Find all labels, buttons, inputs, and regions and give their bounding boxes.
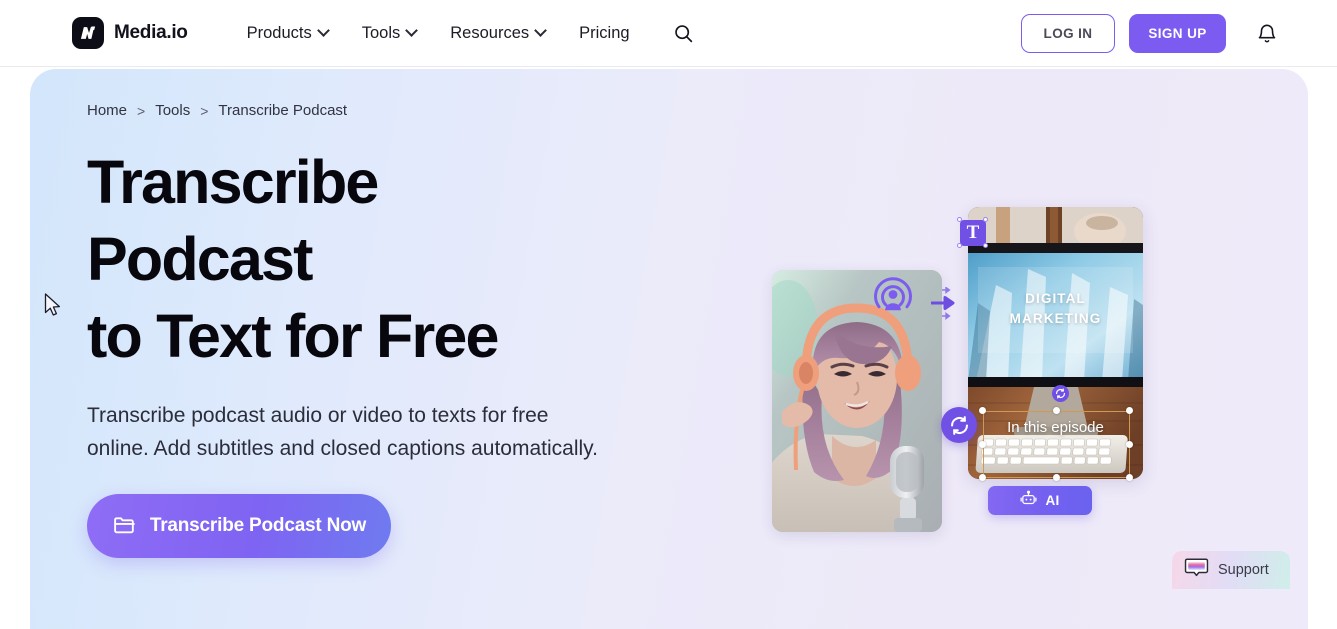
hero-illustration: DIGITAL MARKETING In this episode T AI — [30, 69, 1308, 629]
primary-navigation: Products Tools Resources Pricing — [230, 18, 699, 49]
signup-button[interactable]: SIGN UP — [1129, 14, 1226, 53]
screen-caption: DIGITAL MARKETING — [968, 289, 1143, 329]
media-io-logo-icon — [72, 17, 104, 49]
chevron-down-icon — [405, 23, 419, 37]
nav-item-resources[interactable]: Resources — [433, 18, 562, 49]
refresh-sync-icon-small[interactable] — [1052, 385, 1069, 402]
arrow-right-icon — [930, 286, 956, 326]
chevron-down-icon — [534, 23, 548, 37]
site-header: Media.io Products Tools Resources Pricin… — [0, 0, 1337, 67]
support-label: Support — [1218, 562, 1269, 578]
brand-logo-link[interactable]: Media.io — [72, 17, 188, 49]
selection-handle-middle-right[interactable] — [1126, 441, 1133, 448]
podcast-broadcast-icon — [872, 277, 914, 324]
screen-caption-line-2: MARKETING — [1009, 311, 1102, 326]
support-widget[interactable]: Support — [1172, 551, 1290, 589]
nav-label-tools: Tools — [361, 23, 401, 42]
selection-handle-middle-left[interactable] — [979, 441, 986, 448]
nav-label-products: Products — [246, 23, 312, 42]
selection-handle-top-left[interactable] — [979, 407, 986, 414]
selection-handle-top-center[interactable] — [1053, 407, 1060, 414]
selection-handle-top-right[interactable] — [1126, 407, 1133, 414]
chevron-down-icon — [316, 23, 330, 37]
nav-label-resources: Resources — [450, 23, 530, 42]
header-actions: LOG IN SIGN UP — [1021, 0, 1337, 67]
nav-item-tools[interactable]: Tools — [345, 18, 434, 49]
nav-item-pricing[interactable]: Pricing — [562, 18, 646, 49]
brand-name-label: Media.io — [114, 22, 188, 43]
selection-handle-bottom-center[interactable] — [1053, 474, 1060, 481]
text-box-handle-top-left[interactable] — [957, 217, 962, 222]
robot-icon — [1020, 490, 1037, 512]
selection-handle-bottom-left[interactable] — [979, 474, 986, 481]
nav-label-pricing: Pricing — [579, 23, 630, 42]
refresh-sync-icon-large[interactable] — [941, 407, 977, 443]
ai-badge-label: AI — [1045, 493, 1060, 508]
bell-icon[interactable] — [1254, 21, 1280, 47]
screen-caption-line-1: DIGITAL — [1025, 291, 1086, 306]
episode-caption-text: In this episode — [1007, 419, 1104, 436]
selection-handle-bottom-right[interactable] — [1126, 474, 1133, 481]
text-box-handle-bottom-left[interactable] — [957, 243, 962, 248]
text-tool-label: T — [966, 222, 980, 243]
search-icon[interactable] — [669, 18, 699, 48]
login-button[interactable]: LOG IN — [1021, 14, 1115, 53]
chat-bubble-icon — [1184, 555, 1209, 585]
ai-badge[interactable]: AI — [988, 486, 1092, 515]
podcaster-photo — [772, 270, 942, 532]
text-tool-box[interactable]: T — [960, 220, 986, 246]
hero-section: Home > Tools > Transcribe Podcast Transc… — [30, 69, 1308, 629]
text-box-handle-top-right[interactable] — [983, 217, 988, 222]
text-box-handle-bottom-right[interactable] — [983, 243, 988, 248]
nav-item-products[interactable]: Products — [230, 18, 345, 49]
